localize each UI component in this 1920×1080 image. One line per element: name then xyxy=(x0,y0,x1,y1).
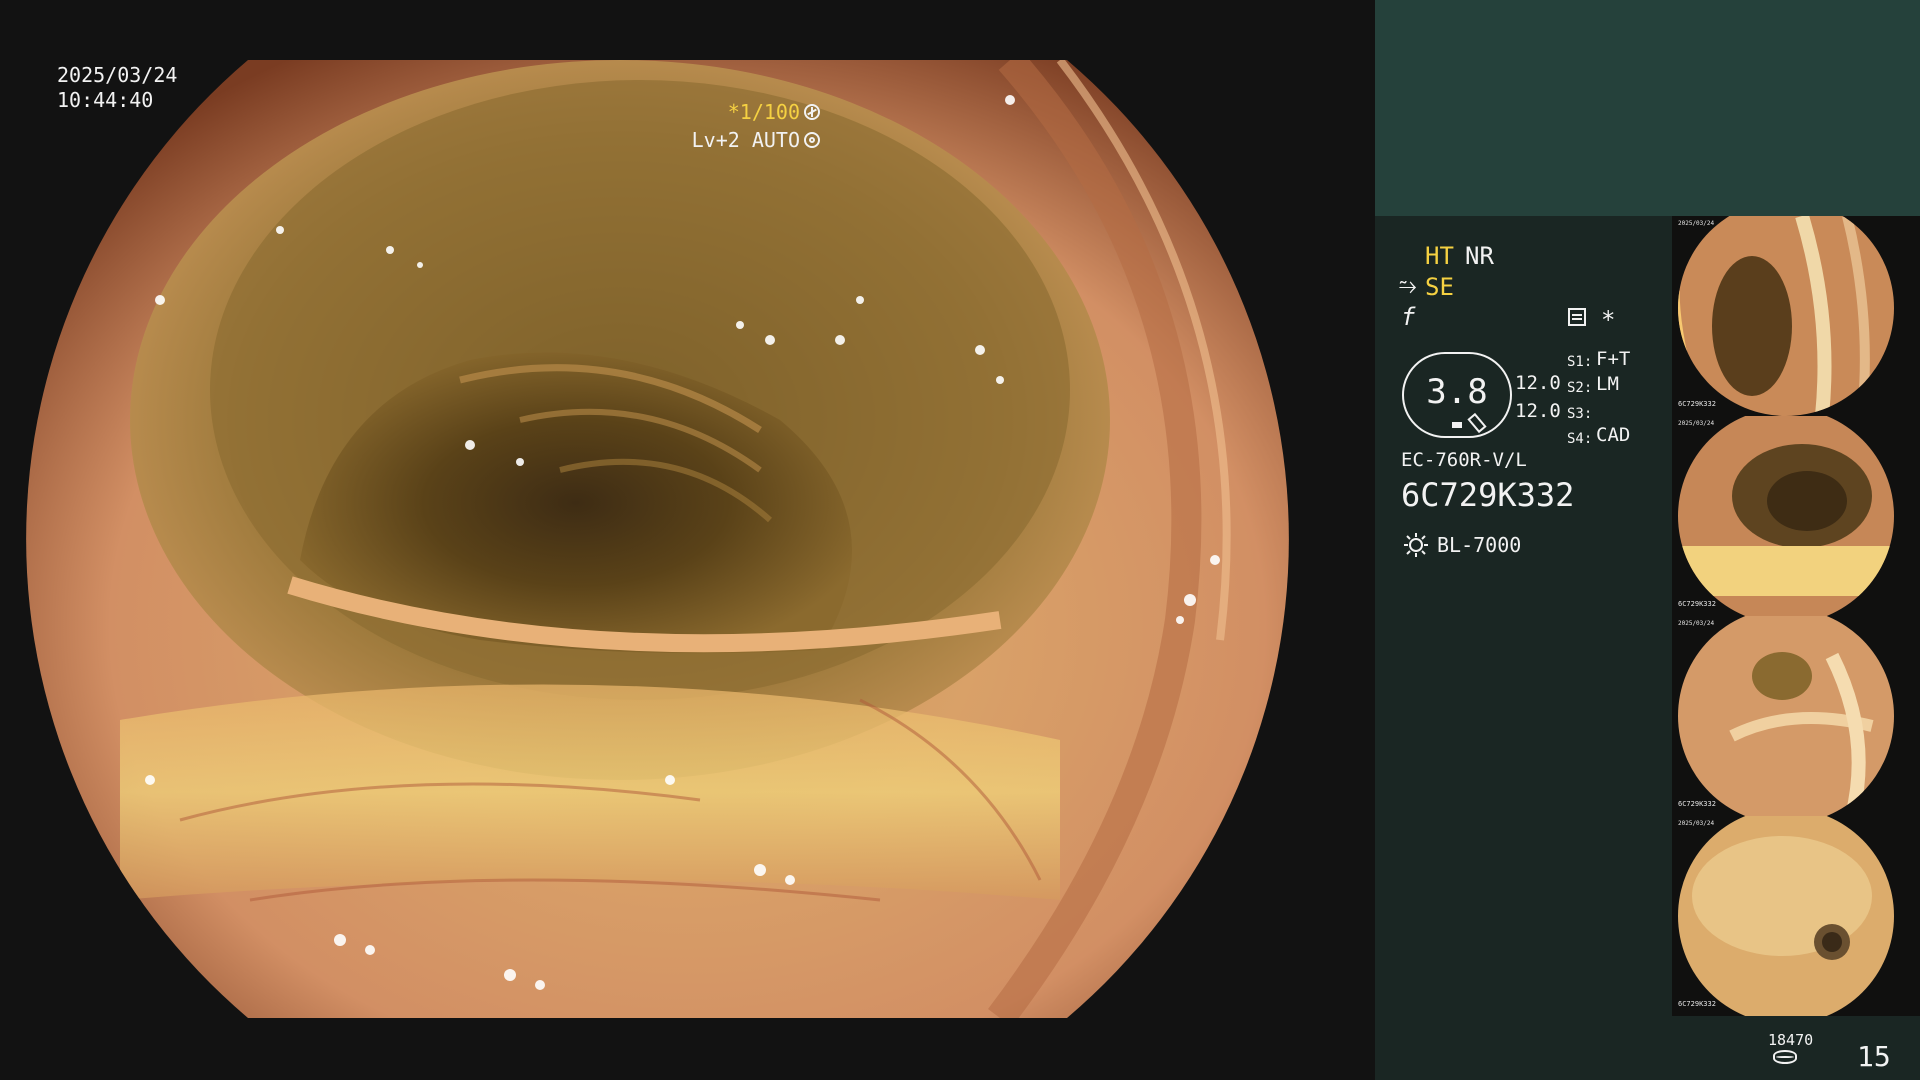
captured-image-thumbnail[interactable]: 2025/03/24 6C729K332 xyxy=(1672,816,1920,1016)
light-source-icon xyxy=(1404,533,1428,557)
thumbnail-serial: 6C729K332 xyxy=(1678,400,1716,408)
settings-icon xyxy=(1568,308,1586,326)
captured-image-thumbnail[interactable]: 2025/03/24 6C729K332 xyxy=(1672,616,1920,816)
switch-4-label: S4: xyxy=(1567,431,1593,447)
endoscopy-monitor: 2025/03/24 10:44:40 *1/100 Lv+2 AUTO HT … xyxy=(0,0,1920,1080)
storage-icon xyxy=(1773,1050,1797,1064)
mode-nr: NR xyxy=(1465,242,1494,270)
thumbnail-serial: 6C729K332 xyxy=(1678,600,1716,608)
iris-icon xyxy=(804,132,820,148)
light-source-model: BL-7000 xyxy=(1437,533,1522,557)
info-panel: HT NR ⥲ SE f * 3.8 12.0 12.0 S1: F+T S2:… xyxy=(1375,0,1920,1080)
pen-icon xyxy=(1467,412,1487,434)
mode-ht: HT xyxy=(1425,242,1454,270)
captured-image-thumbnail[interactable]: 2025/03/24 6C729K332 xyxy=(1672,216,1920,416)
captured-image-thumbnail[interactable]: 2025/03/24 6C729K332 xyxy=(1672,416,1920,616)
image-count: 15 xyxy=(1857,1040,1891,1073)
structure-enhance-icon: ⥲ xyxy=(1399,274,1417,299)
procedure-date: 2025/03/24 xyxy=(57,63,178,87)
switch-3-label: S3: xyxy=(1567,406,1593,422)
switch-2-label: S2: xyxy=(1567,380,1593,396)
asterisk-icon: * xyxy=(1601,306,1616,334)
setting-value-1: 12.0 xyxy=(1515,372,1561,394)
procedure-time: 10:44:40 xyxy=(57,88,154,112)
aperture-icon xyxy=(804,104,820,120)
thumbnail-date: 2025/03/24 xyxy=(1678,820,1715,827)
scope-serial: 6C729K332 xyxy=(1401,476,1575,514)
setting-value-2: 12.0 xyxy=(1515,400,1561,422)
endoscope-live-view: 2025/03/24 10:44:40 *1/100 Lv+2 AUTO xyxy=(0,0,1375,1080)
thumbnail-date: 2025/03/24 xyxy=(1678,420,1715,427)
info-top-band xyxy=(1375,0,1920,216)
mode-se: SE xyxy=(1425,273,1454,301)
zoom-badge: 3.8 xyxy=(1402,352,1512,438)
captured-images-strip: 2025/03/24 6C729K332 2025/03/24 6C729K33… xyxy=(1672,216,1920,1016)
brightness-level-indicator: Lv+2 AUTO xyxy=(692,128,820,152)
thumbnail-date: 2025/03/24 xyxy=(1678,220,1715,227)
switch-2-value: LM xyxy=(1596,373,1619,395)
switch-1-value: F+T xyxy=(1596,348,1631,370)
zoom-value: 3.8 xyxy=(1426,372,1488,412)
switch-4-value: CAD xyxy=(1596,424,1631,446)
brightness-level-value: Lv+2 AUTO xyxy=(691,128,800,152)
thumbnail-serial: 6C729K332 xyxy=(1678,800,1716,808)
zoom-marker-icon xyxy=(1452,422,1462,428)
scope-settings: HT NR ⥲ SE f * 3.8 12.0 12.0 S1: F+T S2:… xyxy=(1375,216,1673,1080)
thumbnail-serial: 6C729K332 xyxy=(1678,1000,1716,1008)
scope-model: EC-760R-V/L xyxy=(1401,449,1527,471)
colon-lumen-image xyxy=(0,0,1375,1080)
thumbnail-date: 2025/03/24 xyxy=(1678,620,1715,627)
freeze-icon: f xyxy=(1401,303,1416,331)
shutter-indicator: *1/100 xyxy=(728,100,820,124)
shutter-value: *1/100 xyxy=(727,100,800,124)
storage-count: 18470 xyxy=(1768,1031,1814,1049)
switch-1-label: S1: xyxy=(1567,354,1593,370)
